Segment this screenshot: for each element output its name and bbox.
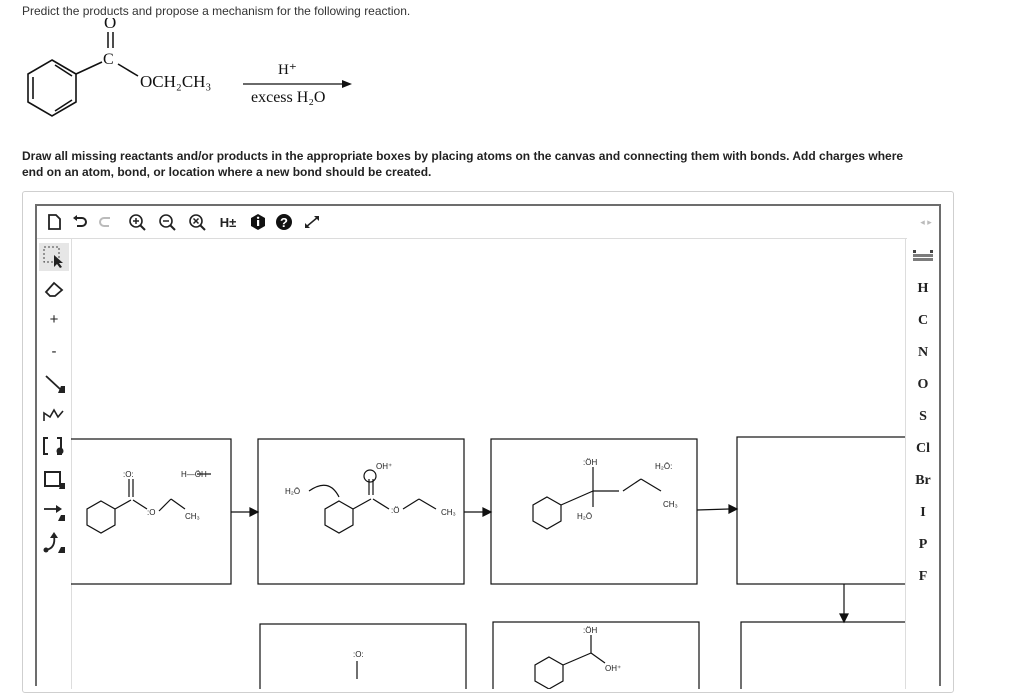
mechanism-box-7 xyxy=(740,621,905,689)
expand-icon xyxy=(305,216,319,228)
hydrogens-button[interactable]: H± xyxy=(215,210,241,234)
box2-ch3: CH₃ xyxy=(441,508,456,517)
undo-icon xyxy=(73,215,87,227)
chain-tool[interactable] xyxy=(39,401,69,429)
carbonyl-carbon: C xyxy=(103,51,114,68)
chemical-editor: H± ? ◂ ▸ + - H C N O S Cl Br I P F:O::… xyxy=(35,204,941,689)
atom-s-button[interactable]: S xyxy=(906,405,940,429)
mechanism-box-2 xyxy=(257,438,465,585)
box3-h2o: H₂Ö: xyxy=(655,462,672,471)
zoom-reset-icon xyxy=(189,214,206,231)
instructions-line-2: end on an atom, bond, or location where … xyxy=(22,165,432,179)
single-bond-tool[interactable] xyxy=(39,369,69,397)
box3-oh: :ÖH xyxy=(583,458,597,467)
box6-oh-plus: OH⁺ xyxy=(605,664,621,673)
box1-carbonyl-o: :O: xyxy=(123,470,134,479)
curved-arrow-tool[interactable] xyxy=(39,529,69,557)
left-toolbar: + - xyxy=(37,239,72,689)
box2-water: H₂Ö xyxy=(285,487,300,496)
arrow-4-7 xyxy=(839,613,849,624)
instructions: Draw all missing reactants and/or produc… xyxy=(22,148,903,180)
arrow-1-2 xyxy=(249,507,260,517)
negative-charge-tool[interactable]: - xyxy=(39,337,69,365)
box1-structure xyxy=(86,473,211,534)
atom-c-button[interactable]: C xyxy=(906,309,940,333)
info-button[interactable] xyxy=(247,210,269,234)
box5-o: :O: xyxy=(353,650,364,659)
redo-icon xyxy=(99,217,110,227)
mechanism-box-4 xyxy=(736,436,905,585)
select-icon xyxy=(43,246,63,268)
atom-i-button[interactable]: I xyxy=(906,501,940,525)
select-tool[interactable] xyxy=(39,243,69,271)
arrow-3-4 xyxy=(728,504,739,514)
box2-oh-plus: OH⁺ xyxy=(376,462,392,471)
box3-ch3: CH₃ xyxy=(663,500,678,509)
reaction-scheme: O C OCH₂CH₃ H⁺ excess H₂O xyxy=(27,18,352,117)
arrow-2-3 xyxy=(482,507,493,517)
ester-group: OCH₂CH₃ xyxy=(140,72,211,91)
periodic-table-button[interactable] xyxy=(906,243,940,267)
help-icon: ? xyxy=(276,214,292,230)
curved-arrow-icon xyxy=(43,532,65,553)
atom-o-button[interactable]: O xyxy=(906,373,940,397)
panel-toggle[interactable]: ◂ ▸ xyxy=(917,210,935,234)
zoom-in-icon xyxy=(129,214,146,231)
single-bond-icon xyxy=(45,375,65,393)
svg-text:?: ? xyxy=(280,215,288,230)
box1-ester-o: :O xyxy=(147,508,155,517)
chain-icon xyxy=(43,408,64,421)
drawing-widget: H± ? ◂ ▸ + - H C N O S Cl Br I P F:O::… xyxy=(22,191,954,693)
box3-structure xyxy=(532,467,662,530)
zoom-reset-button[interactable] xyxy=(185,210,209,234)
reagent-water: excess H₂O xyxy=(251,89,325,106)
question-text: Predict the products and propose a mecha… xyxy=(22,4,411,18)
box6-oh: :ÖH xyxy=(583,626,597,635)
box2-structure xyxy=(308,469,437,534)
erase-tool[interactable] xyxy=(39,275,69,303)
arrow-icon xyxy=(44,505,65,521)
atom-h-button[interactable]: H xyxy=(906,277,940,301)
atom-n-button[interactable]: N xyxy=(906,341,940,365)
atom-f-button[interactable]: F xyxy=(906,565,940,589)
box1-water: H—ÖH xyxy=(181,470,207,479)
box1-ch3: CH₃ xyxy=(185,512,200,521)
shape-tool[interactable] xyxy=(39,465,69,493)
editor-toolbar: H± ? ◂ ▸ xyxy=(37,206,932,239)
drawing-canvas[interactable]: :O: :O CH₃ H—ÖH H₂Ö OH⁺ :Ö CH₃:ÖH H₂Ö H… xyxy=(71,239,905,689)
expand-button[interactable] xyxy=(301,210,323,234)
atom-br-button[interactable]: Br xyxy=(906,469,940,493)
carbonyl-oxygen: O xyxy=(104,18,116,32)
box3-h2o-plus: H₂Ö xyxy=(577,512,592,521)
undo-button[interactable] xyxy=(69,210,91,234)
zoom-in-button[interactable] xyxy=(125,210,149,234)
arrow-tool[interactable] xyxy=(39,497,69,525)
bracket-tool[interactable] xyxy=(39,433,69,461)
help-button[interactable]: ? xyxy=(273,210,295,234)
zoom-out-button[interactable] xyxy=(155,210,179,234)
zoom-out-icon xyxy=(159,214,176,231)
box2-ester-o: :Ö xyxy=(391,506,399,515)
rectangle-icon xyxy=(44,471,65,489)
clear-icon xyxy=(48,214,61,230)
redo-button[interactable] xyxy=(95,210,117,234)
atom-palette: H C N O S Cl Br I P F xyxy=(905,239,940,689)
atom-p-button[interactable]: P xyxy=(906,533,940,557)
bracket-icon xyxy=(43,437,64,455)
eraser-icon xyxy=(44,281,64,297)
atom-cl-button[interactable]: Cl xyxy=(906,437,940,461)
instructions-line-1: Draw all missing reactants and/or produc… xyxy=(22,149,904,163)
clear-button[interactable] xyxy=(43,210,65,234)
reagent-acid: H⁺ xyxy=(278,62,297,78)
benzene-ring xyxy=(27,59,77,117)
info-icon xyxy=(251,214,265,230)
positive-charge-tool[interactable]: + xyxy=(39,305,69,333)
periodic-table-icon xyxy=(913,250,933,261)
